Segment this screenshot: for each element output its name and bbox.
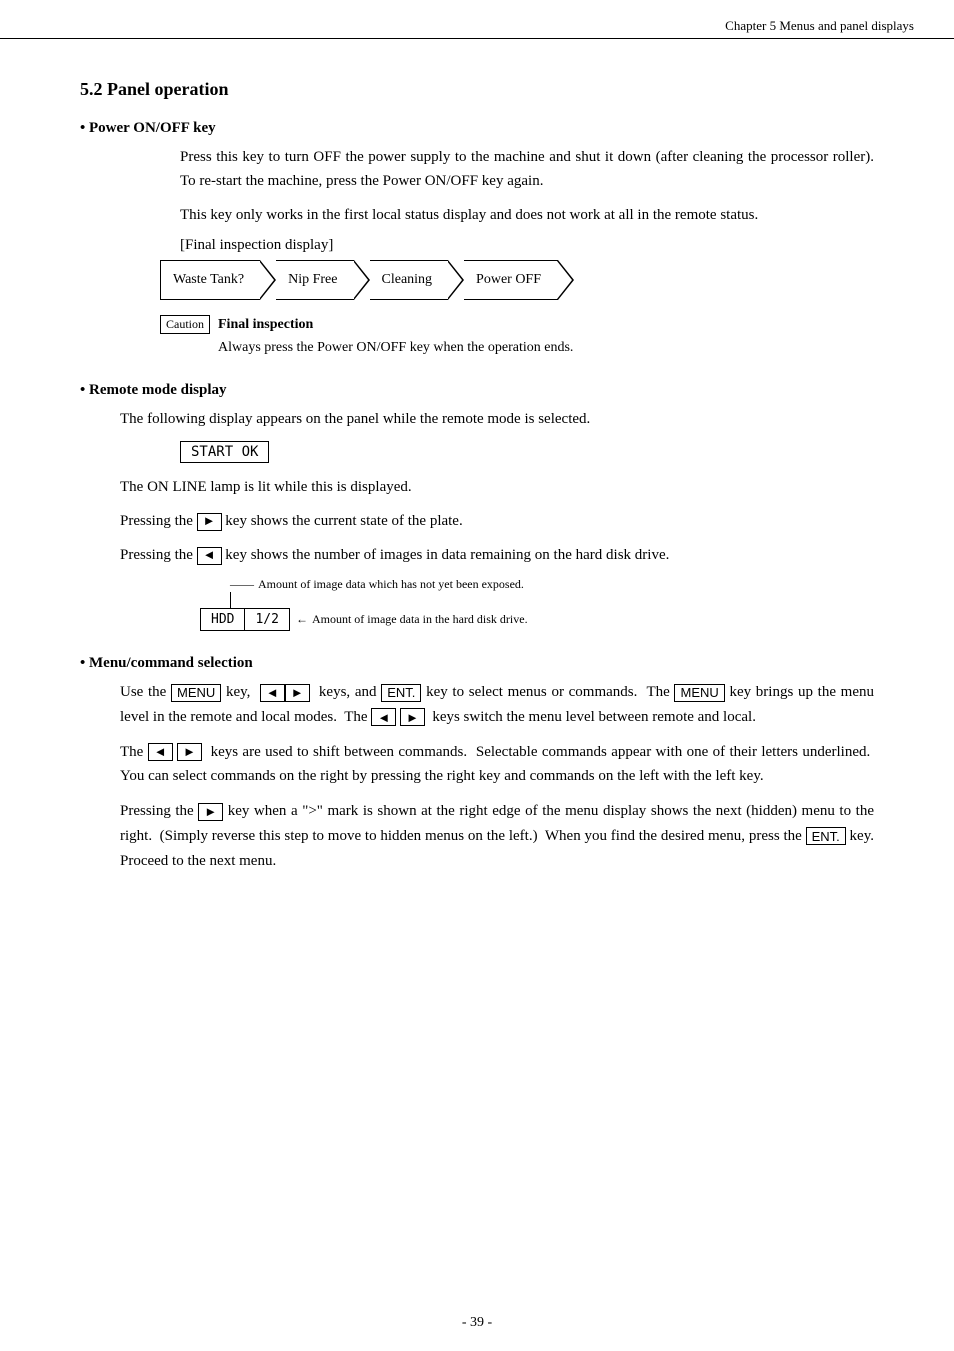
caution-row: Caution Final inspection Always press th… <box>160 314 874 358</box>
flow-box-nip: Nip Free <box>276 260 353 300</box>
flow-box-cleaning: Cleaning <box>370 260 449 300</box>
flow-arrow-2 <box>354 260 370 300</box>
page-content: 5.2 Panel operation • Power ON/OFF key P… <box>0 39 954 937</box>
remote-mode-content: The following display appears on the pan… <box>120 407 874 567</box>
menu-command-title: • Menu/command selection <box>80 655 874 672</box>
menu-command-para2: The ◄ ► keys are used to shift between c… <box>120 740 874 790</box>
caution-badge: Caution <box>160 315 210 334</box>
page-header: Chapter 5 Menus and panel displays <box>0 0 954 39</box>
pressing-right: Pressing the ► key shows the current sta… <box>120 509 874 533</box>
flow-box-poweroff: Power OFF <box>464 260 558 300</box>
hdd-diagram: —— Amount of image data which has not ye… <box>200 577 874 631</box>
subsection-remote-mode: • Remote mode display The following disp… <box>80 382 874 631</box>
remote-mode-title: • Remote mode display <box>80 382 874 399</box>
pressing-left: Pressing the ◄ key shows the number of i… <box>120 543 874 567</box>
start-ok-box: START OK <box>180 441 269 463</box>
hdd-label: HDD <box>200 608 245 631</box>
menu-command-para1: Use the MENU key, ◄► keys, and ENT. key … <box>120 680 874 730</box>
right-arrow-key: ► <box>197 513 222 531</box>
menu-key: MENU <box>171 684 221 702</box>
ent-key-2: ENT. <box>806 827 846 845</box>
power-onoff-para2: This key only works in the first local s… <box>180 203 874 227</box>
right-key-3: ► <box>177 743 202 761</box>
hdd-arrow-right: ← <box>296 612 308 627</box>
flow-item-2: Nip Free <box>276 260 369 300</box>
subsection-power-onoff: • Power ON/OFF key Press this key to tur… <box>80 120 874 358</box>
flow-diagram: Waste Tank? Nip Free Cleaning Power OFF <box>160 260 874 300</box>
menu-key-2: MENU <box>674 684 724 702</box>
hdd-arrow-indicator: —— <box>230 577 254 592</box>
flow-arrow-4 <box>558 260 574 300</box>
flow-item-4: Power OFF <box>464 260 574 300</box>
flow-arrow-3 <box>448 260 464 300</box>
subsection-menu-command: • Menu/command selection Use the MENU ke… <box>80 655 874 873</box>
final-inspection-label: [Final inspection display] <box>180 237 874 254</box>
remote-mode-para1: The following display appears on the pan… <box>120 407 874 431</box>
right-key-2: ► <box>400 708 425 726</box>
hdd-annotation-top-row: —— Amount of image data which has not ye… <box>230 577 874 592</box>
power-onoff-para1: Press this key to turn OFF the power sup… <box>180 145 874 193</box>
online-lamp-text: The ON LINE lamp is lit while this is di… <box>120 475 874 499</box>
flow-box-waste: Waste Tank? <box>160 260 260 300</box>
left-arrow-key: ◄ <box>197 547 222 565</box>
ent-key-1: ENT. <box>381 684 421 702</box>
left-key-1: ◄ <box>260 684 285 702</box>
hdd-annotation-top: Amount of image data which has not yet b… <box>258 577 524 592</box>
flow-item-1: Waste Tank? <box>160 260 276 300</box>
menu-command-para3: Pressing the ► key when a ">" mark is sh… <box>120 799 874 873</box>
caution-body: Always press the Power ON/OFF key when t… <box>218 337 573 358</box>
left-key-2: ◄ <box>371 708 396 726</box>
hdd-box-row: HDD 1/2 ← Amount of image data in the ha… <box>200 608 874 631</box>
flow-arrow-1 <box>260 260 276 300</box>
section-title: 5.2 Panel operation <box>80 79 874 100</box>
hdd-annotation-bottom: Amount of image data in the hard disk dr… <box>312 612 528 627</box>
caution-title: Final inspection <box>218 314 573 335</box>
chapter-title: Chapter 5 Menus and panel displays <box>725 18 914 33</box>
flow-item-3: Cleaning <box>370 260 465 300</box>
menu-command-content: Use the MENU key, ◄► keys, and ENT. key … <box>120 680 874 873</box>
left-key-3: ◄ <box>148 743 173 761</box>
page-footer: - 39 - <box>0 1315 954 1331</box>
hdd-num: 1/2 <box>245 608 289 631</box>
power-onoff-title: • Power ON/OFF key <box>80 120 874 137</box>
right-key-4: ► <box>198 803 223 821</box>
caution-text: Final inspection Always press the Power … <box>218 314 573 358</box>
power-onoff-content: Press this key to turn OFF the power sup… <box>180 145 874 227</box>
right-key-1: ► <box>285 684 310 702</box>
hdd-connector <box>210 592 874 608</box>
page-number: - 39 - <box>462 1315 492 1330</box>
